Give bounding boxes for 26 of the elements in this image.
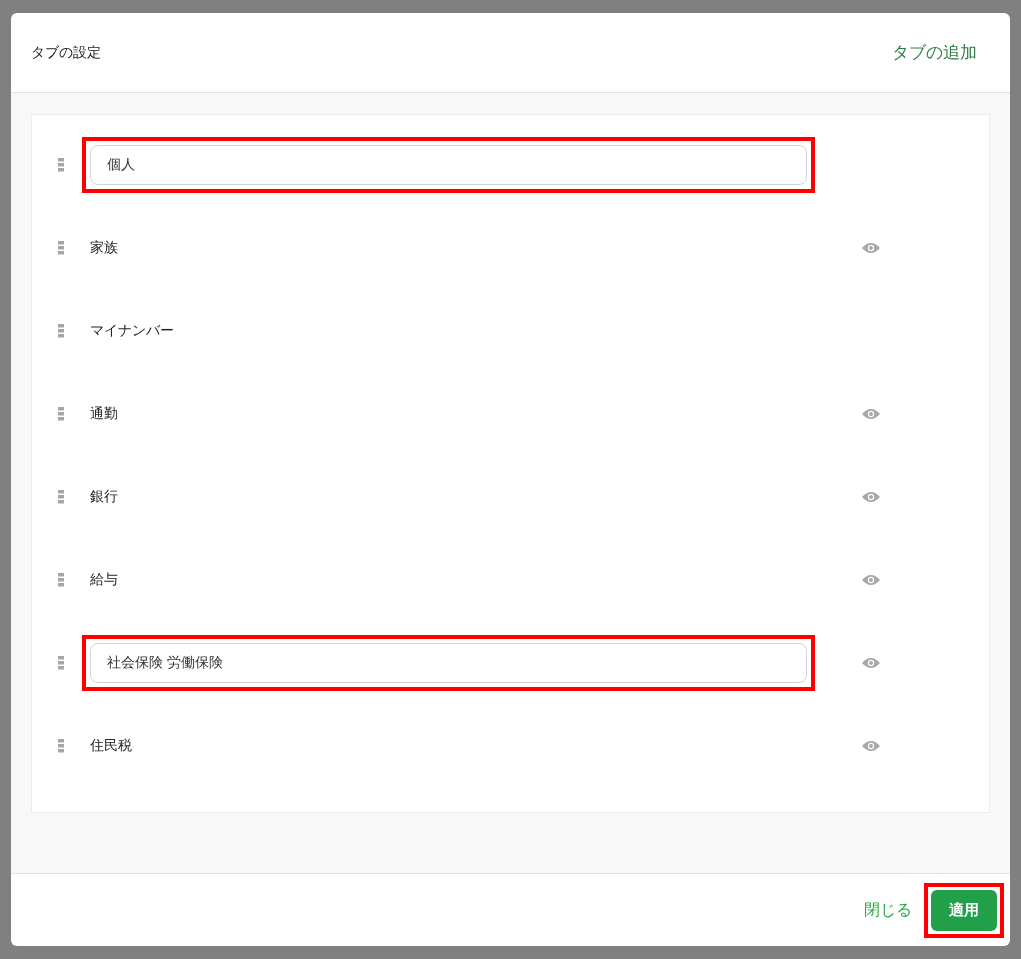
drag-handle-icon[interactable]	[58, 240, 64, 255]
drag-handle-icon[interactable]	[58, 738, 64, 753]
tab-label: 給与	[90, 570, 118, 589]
tab-label: 家族	[90, 238, 118, 257]
dialog-title: タブの設定	[31, 43, 101, 62]
drag-handle-icon[interactable]	[58, 655, 64, 670]
tab-label: 銀行	[90, 487, 118, 506]
drag-handle-icon[interactable]	[58, 157, 64, 172]
drag-handle-icon[interactable]	[58, 572, 64, 587]
eye-icon[interactable]	[862, 407, 880, 420]
eye-icon[interactable]	[862, 656, 880, 669]
eye-icon[interactable]	[862, 490, 880, 503]
eye-icon[interactable]	[862, 241, 880, 254]
tab-label: マイナンバー	[90, 321, 174, 340]
apply-button[interactable]: 適用	[931, 889, 997, 931]
eye-icon[interactable]	[862, 739, 880, 752]
drag-handle-icon[interactable]	[58, 323, 64, 338]
tab-label: 通勤	[90, 404, 118, 423]
drag-handle-icon[interactable]	[58, 489, 64, 504]
tab-label: 住民税	[90, 736, 132, 755]
close-link[interactable]: 閉じる	[864, 899, 912, 921]
tab-name-field[interactable]: 社会保険 労働保険	[90, 642, 807, 683]
eye-icon[interactable]	[862, 573, 880, 586]
tab-name-field[interactable]: 個人	[90, 144, 807, 185]
add-tab-link[interactable]: タブの追加	[892, 41, 977, 64]
drag-handle-icon[interactable]	[58, 406, 64, 421]
